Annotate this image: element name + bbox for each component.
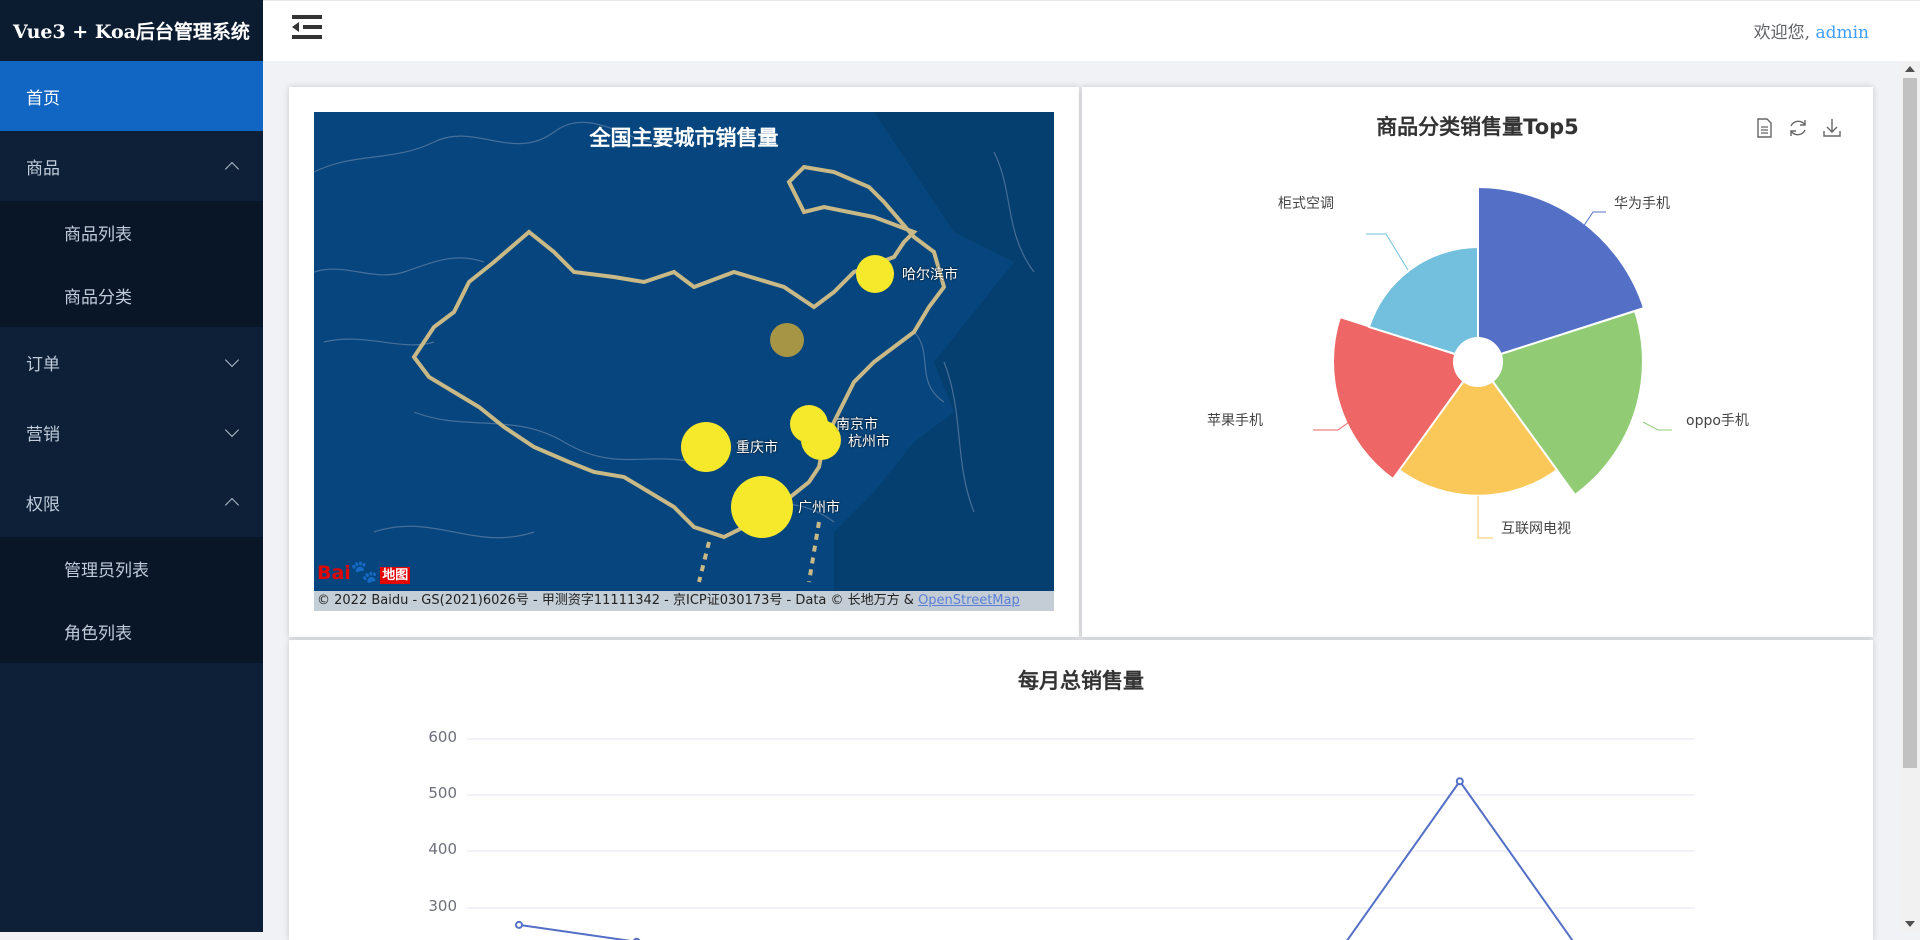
sidebar-item-goods-category[interactable]: 商品分类 xyxy=(0,264,263,327)
menu-fold-icon[interactable] xyxy=(292,14,322,40)
city-label-chongqing: 重庆市 xyxy=(736,440,778,456)
username-link[interactable]: admin xyxy=(1815,23,1869,43)
chevron-up-icon xyxy=(224,497,240,512)
line-panel: 每月总销售量 600 500 400 300 xyxy=(289,640,1873,940)
pie-panel: 商品分类销售量Top5 华为手机 oppo手机 互联网电视 苹果手机 柜式空调 xyxy=(1082,87,1873,637)
map-title: 全国主要城市销售量 xyxy=(589,126,779,150)
sidebar-item-goods[interactable]: 商品 xyxy=(0,131,263,201)
data-point[interactable] xyxy=(515,920,523,929)
pie-label-internet-tv: 互联网电视 xyxy=(1501,521,1571,537)
page-scrollbar[interactable] xyxy=(1900,61,1920,932)
header: 欢迎您, admin xyxy=(263,0,1920,61)
sidebar-item-home[interactable]: 首页 xyxy=(0,61,263,131)
attribution-text: © 2022 Baidu - GS(2021)6026号 - 甲测资字11111… xyxy=(317,593,919,608)
pie-label-oppo: oppo手机 xyxy=(1686,413,1749,429)
sidebar-item-label: 订单 xyxy=(26,354,60,375)
baidu-map-logo: Bai🐾 地图 xyxy=(317,560,411,585)
chevron-up-icon xyxy=(224,161,240,176)
chevron-down-icon xyxy=(224,422,240,437)
sidebar-item-admin-list[interactable]: 管理员列表 xyxy=(0,537,263,600)
map-canvas xyxy=(314,112,1054,611)
sidebar-item-label: 商品 xyxy=(26,158,60,179)
welcome-text: 欢迎您, admin xyxy=(1754,18,1869,43)
scroll-up-icon[interactable] xyxy=(1905,66,1915,72)
series-line xyxy=(518,779,1574,940)
paw-icon: 🐾 xyxy=(350,560,379,585)
map-attribution: © 2022 Baidu - GS(2021)6026号 - 甲测资字11111… xyxy=(314,591,1054,611)
baidu-logo-map-text: 地图 xyxy=(380,567,411,584)
pie-label-huawei: 华为手机 xyxy=(1614,196,1670,212)
map-panel: 全国主要城市销售量 哈尔滨市 南京市 杭州市 重庆市 广州市 Bai🐾 地图 © … xyxy=(289,87,1079,637)
goods-submenu: 商品列表 商品分类 xyxy=(0,201,263,327)
pie-label-air-conditioner: 柜式空调 xyxy=(1278,196,1334,212)
sidebar-item-permissions[interactable]: 权限 xyxy=(0,467,263,537)
pie-label-apple: 苹果手机 xyxy=(1207,413,1263,429)
city-label-harbin: 哈尔滨市 xyxy=(902,267,958,283)
sidebar-item-goods-list[interactable]: 商品列表 xyxy=(0,201,263,264)
sidebar-item-label: 营销 xyxy=(26,424,60,445)
line-chart xyxy=(467,738,1695,940)
chevron-down-icon xyxy=(224,352,240,367)
openstreetmap-link[interactable]: OpenStreetMap xyxy=(918,593,1020,608)
scroll-thumb[interactable] xyxy=(1903,78,1917,768)
baidu-logo-text: Bai xyxy=(317,562,351,584)
sales-map[interactable]: 全国主要城市销售量 哈尔滨市 南京市 杭州市 重庆市 广州市 Bai🐾 地图 © … xyxy=(314,112,1054,611)
sidebar: Vue3 + Koa后台管理系统 首页 商品 商品列表 商品分类 订单 营销 权… xyxy=(0,0,263,932)
city-label-hangzhou: 杭州市 xyxy=(848,434,890,450)
sidebar-item-label: 首页 xyxy=(26,88,60,109)
sidebar-item-label: 权限 xyxy=(26,494,60,515)
sidebar-item-role-list[interactable]: 角色列表 xyxy=(0,600,263,663)
permissions-submenu: 管理员列表 角色列表 xyxy=(0,537,263,663)
rose-chart xyxy=(1313,186,1672,539)
scroll-down-icon[interactable] xyxy=(1905,921,1915,927)
data-point[interactable] xyxy=(1455,777,1464,786)
sidebar-item-marketing[interactable]: 营销 xyxy=(0,397,263,467)
app-title: Vue3 + Koa后台管理系统 xyxy=(0,0,263,61)
welcome-label: 欢迎您, xyxy=(1753,23,1811,43)
city-label-guangzhou: 广州市 xyxy=(798,500,840,516)
sidebar-item-orders[interactable]: 订单 xyxy=(0,327,263,397)
